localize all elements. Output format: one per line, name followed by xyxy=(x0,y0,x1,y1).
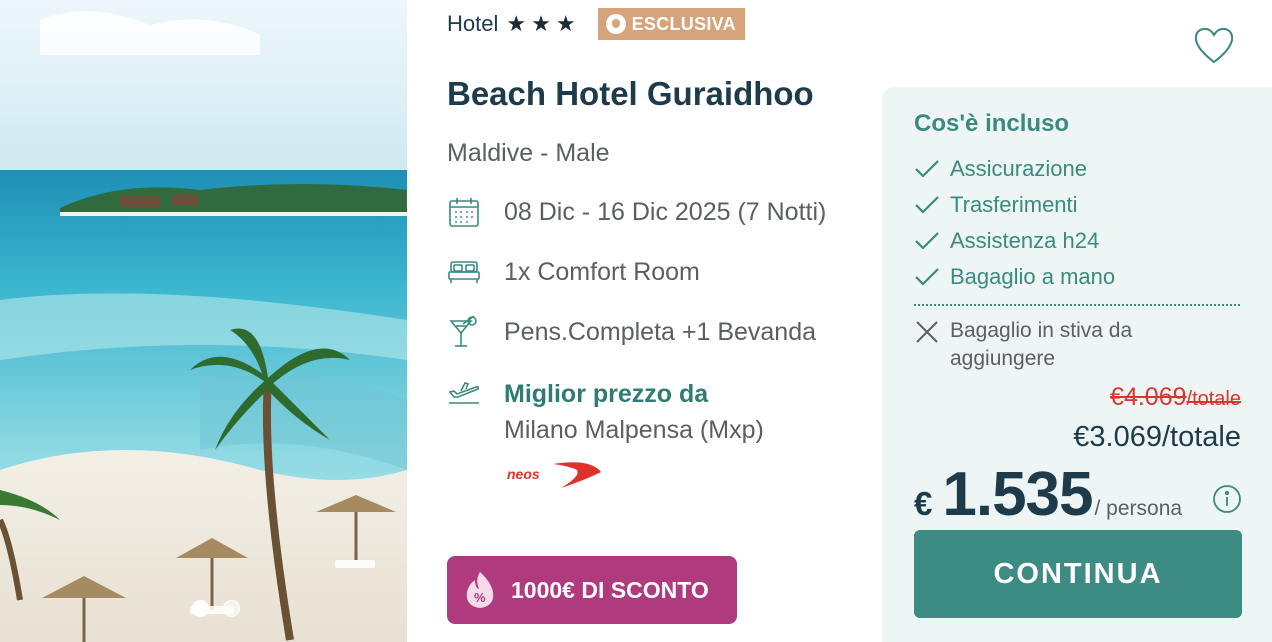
discount-fire-icon: % xyxy=(463,570,497,610)
currency-symbol: € xyxy=(914,485,933,522)
room-type: 1x Comfort Room xyxy=(504,258,700,286)
gallery-dot-active[interactable] xyxy=(192,600,209,617)
hotel-location: Maldive - Male xyxy=(447,139,610,167)
included-item: Trasferimenti xyxy=(914,187,1115,223)
old-total-unit: /totale xyxy=(1186,388,1241,410)
discount-promo-button[interactable]: % 1000€ DI SCONTO xyxy=(447,556,737,624)
included-item: Assistenza h24 xyxy=(914,223,1115,259)
star-icon: ★ xyxy=(555,11,576,36)
included-item: Bagaglio a mano xyxy=(914,259,1115,295)
apple-icon xyxy=(605,14,626,34)
departure-airport: Milano Malpensa (Mxp) xyxy=(504,416,764,444)
airline-logo: neos xyxy=(505,458,605,497)
total-price: €3.069/totale xyxy=(1073,421,1241,453)
heart-icon[interactable] xyxy=(1192,26,1236,66)
per-person-amount: 1.535 xyxy=(942,460,1093,529)
check-icon xyxy=(915,268,939,286)
board-type: Pens.Completa +1 Bevanda xyxy=(504,318,817,346)
excluded-item: Bagaglio in stiva da aggiungere xyxy=(914,317,1190,373)
info-icon[interactable] xyxy=(1212,484,1242,514)
best-price-title: Miglior prezzo da xyxy=(504,380,709,408)
hotel-category-label: Hotel xyxy=(447,11,499,36)
included-title: Cos'è incluso xyxy=(914,110,1070,137)
included-item: Assicurazione xyxy=(914,151,1115,187)
hotel-name[interactable]: Beach Hotel Guraidhoo xyxy=(447,75,814,113)
board-row: Pens.Completa +1 Bevanda xyxy=(447,315,816,349)
included-item-label: Bagaglio a mano xyxy=(950,264,1116,289)
dates-row: 08 Dic - 16 Dic 2025 (7 Notti) xyxy=(447,195,826,229)
gallery-dot[interactable] xyxy=(223,600,240,617)
included-item-label: Assistenza h24 xyxy=(950,228,1100,253)
room-row: 1x Comfort Room xyxy=(447,255,700,289)
old-total-amount: €4.069 xyxy=(1110,383,1187,411)
gallery-dots[interactable] xyxy=(192,600,240,617)
hotel-info: Hotel ★ ★ ★ ESCLUSIVA Beach Hotel Guraid… xyxy=(447,0,867,642)
old-total-price: €4.069/totale xyxy=(1110,383,1241,412)
flight-row: Miglior prezzo da Milano Malpensa (Mxp) xyxy=(447,375,764,447)
hotel-photo[interactable] xyxy=(0,0,407,642)
bed-icon xyxy=(447,255,481,289)
hotel-category-row: Hotel ★ ★ ★ ESCLUSIVA xyxy=(447,8,745,40)
per-person-price: € 1.535 / persona xyxy=(914,459,1182,530)
star-icon: ★ xyxy=(506,11,527,36)
airline-logo-text: neos xyxy=(507,466,540,482)
travel-dates: 08 Dic - 16 Dic 2025 (7 Notti) xyxy=(504,198,827,226)
excluded-item-label: Bagaglio in stiva da aggiungere xyxy=(950,319,1133,370)
included-list: Assicurazione Trasferimenti Assistenza h… xyxy=(914,151,1115,295)
beach-photo-illustration xyxy=(0,0,407,642)
continue-button[interactable]: CONTINUA xyxy=(914,530,1242,618)
per-person-unit: / persona xyxy=(1094,497,1183,520)
calendar-icon xyxy=(447,195,481,229)
exclusive-badge: ESCLUSIVA xyxy=(597,8,745,40)
check-icon xyxy=(915,196,939,214)
price-panel: Cos'è incluso Assicurazione Trasferiment… xyxy=(882,87,1272,642)
svg-text:%: % xyxy=(474,590,486,605)
cross-icon xyxy=(916,321,938,343)
star-icon: ★ xyxy=(531,11,551,36)
cocktail-icon xyxy=(447,315,481,349)
check-icon xyxy=(915,160,939,178)
airplane-takeoff-icon xyxy=(447,375,481,409)
check-icon xyxy=(915,232,939,250)
included-item-label: Assicurazione xyxy=(950,156,1087,181)
star-rating: ★ ★ ★ xyxy=(506,13,575,35)
exclusive-badge-label: ESCLUSIVA xyxy=(631,13,736,34)
included-divider xyxy=(914,304,1240,306)
included-item-label: Trasferimenti xyxy=(950,192,1078,217)
discount-label: 1000€ DI SCONTO xyxy=(511,576,709,603)
